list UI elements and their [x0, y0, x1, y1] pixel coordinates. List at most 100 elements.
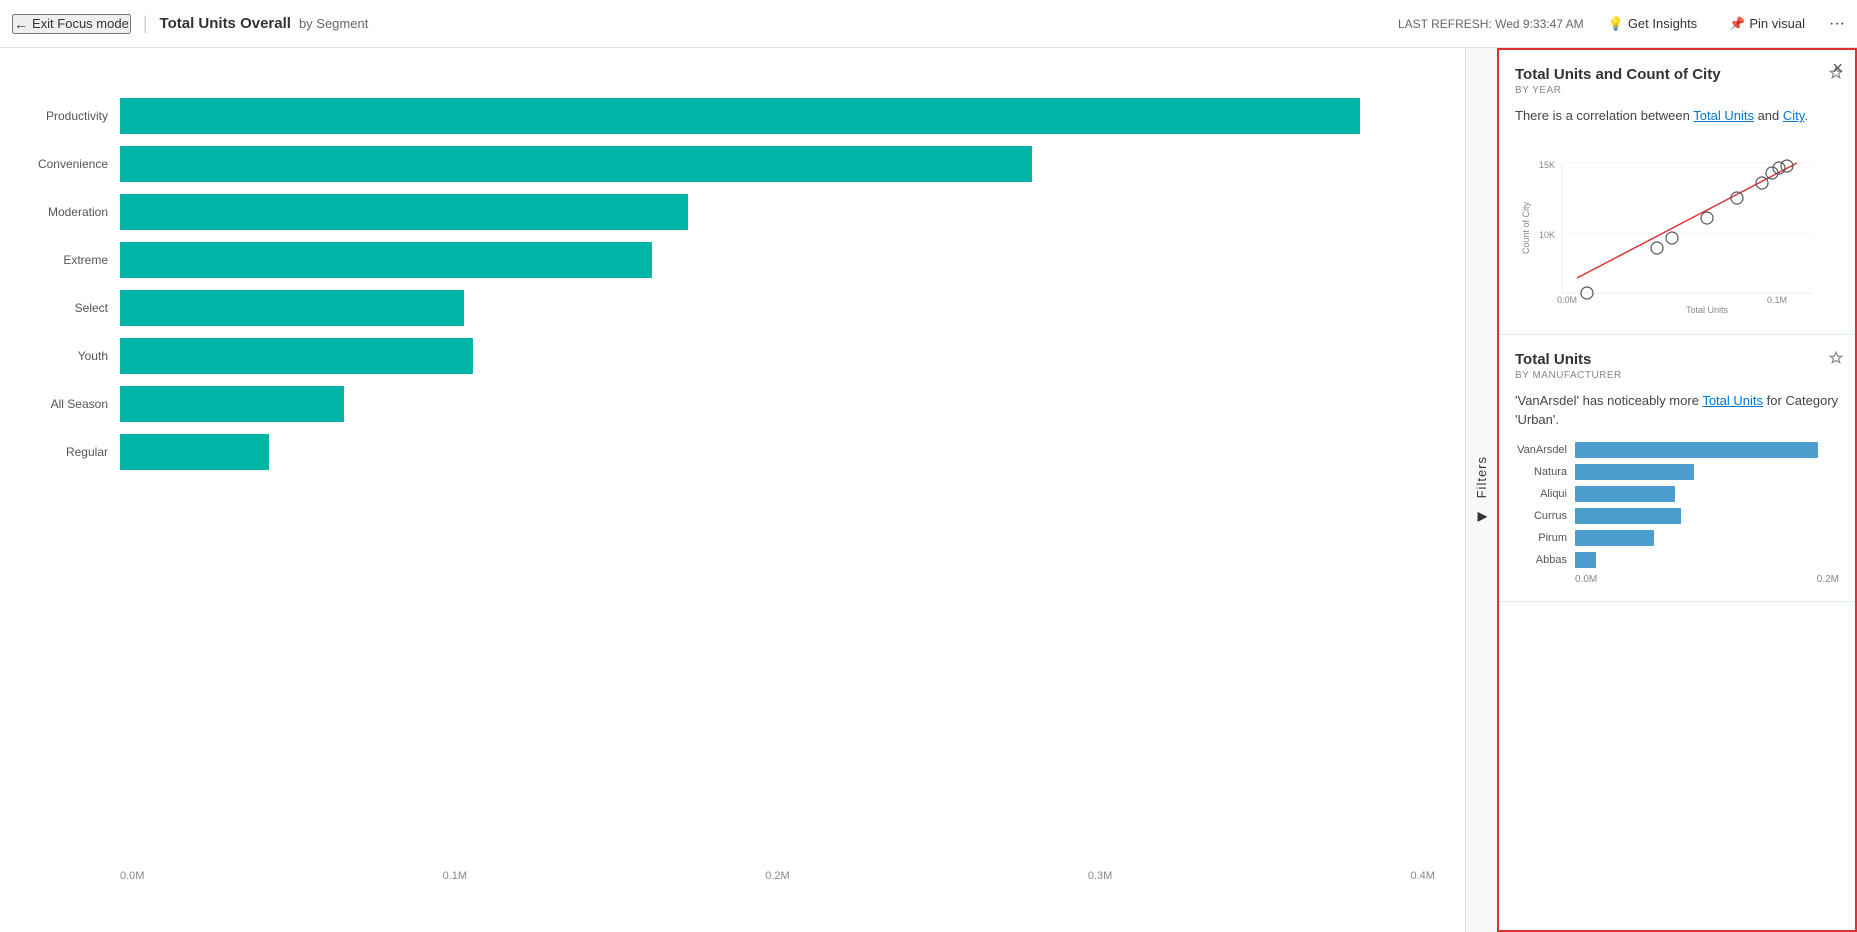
mini-bar-fill: [1575, 464, 1694, 480]
bar-fill: [120, 434, 269, 470]
mini-bar-container: [1575, 442, 1839, 458]
bar-label: Youth: [30, 349, 120, 363]
bar-container: [120, 242, 1435, 278]
more-options-button[interactable]: ···: [1829, 15, 1845, 33]
bar-fill: [120, 386, 344, 422]
card1-title: Total Units and Count of City: [1515, 66, 1815, 83]
bar-row: Youth: [30, 338, 1435, 374]
header-left: ← Exit Focus mode | Total Units Overall …: [12, 13, 1390, 34]
mini-bar-row: Currus: [1515, 508, 1839, 524]
mini-bar-fill: [1575, 486, 1675, 502]
insights-panel: × Total Units and Count of City BY YEAR …: [1497, 48, 1857, 932]
card1-subtitle: BY YEAR: [1515, 85, 1815, 96]
mini-bar-container: [1575, 464, 1839, 480]
bar-container: [120, 290, 1435, 326]
bar-row: All Season: [30, 386, 1435, 422]
svg-text:0.1M: 0.1M: [1767, 295, 1787, 305]
insight-card-1: Total Units and Count of City BY YEAR Th…: [1499, 50, 1855, 335]
mini-bar-row: Pirum: [1515, 530, 1839, 546]
svg-text:Count of City: Count of City: [1521, 201, 1531, 254]
card1-description: There is a correlation between Total Uni…: [1515, 106, 1839, 126]
mini-bar-fill: [1575, 508, 1681, 524]
filters-sidebar[interactable]: ◀ Filters: [1465, 48, 1497, 932]
insight-card-2: Total Units BY MANUFACTURER 'VanArsdel' …: [1499, 335, 1855, 602]
bar-chart-container: Productivity Convenience Moderation Extr…: [30, 68, 1435, 912]
x-tick: 0.0M: [120, 870, 144, 882]
bar-fill: [120, 146, 1032, 182]
mini-bar-row: Natura: [1515, 464, 1839, 480]
card1-highlight2: City: [1783, 108, 1804, 123]
mini-bar-row: Abbas: [1515, 552, 1839, 568]
card2-subtitle: BY MANUFACTURER: [1515, 370, 1815, 381]
card2-pin-button[interactable]: [1829, 351, 1843, 368]
bar-label: Extreme: [30, 253, 120, 267]
x-tick: 0.1M: [443, 870, 467, 882]
page-title: Total Units Overall: [160, 15, 291, 32]
x-tick: 0.4M: [1411, 870, 1435, 882]
mini-bar-row: Aliqui: [1515, 486, 1839, 502]
mini-bar-label: Natura: [1515, 466, 1575, 478]
mini-bar-fill: [1575, 530, 1654, 546]
mini-bar-label: Pirum: [1515, 532, 1575, 544]
bar-container: [120, 434, 1435, 470]
header-right: LAST REFRESH: Wed 9:33:47 AM 💡 Get Insig…: [1398, 12, 1845, 36]
bars-container: Productivity Convenience Moderation Extr…: [30, 98, 1435, 482]
bar-container: [120, 386, 1435, 422]
svg-text:10K: 10K: [1539, 230, 1555, 240]
bar-fill: [120, 242, 652, 278]
bar-container: [120, 338, 1435, 374]
bar-row: Extreme: [30, 242, 1435, 278]
scatter-chart: Count of City 15K 10K Total Units 0.0M 0…: [1515, 138, 1839, 318]
pin-icon: 📌: [1729, 16, 1745, 32]
pin-visual-button[interactable]: 📌 Pin visual: [1721, 12, 1813, 36]
bar-container: [120, 194, 1435, 230]
card1-highlight1: Total Units: [1693, 108, 1754, 123]
bar-label: Select: [30, 301, 120, 315]
mini-bar-label: Aliqui: [1515, 488, 1575, 500]
x-axis: 0.0M 0.1M 0.2M 0.3M 0.4M: [30, 870, 1435, 882]
bar-fill: [120, 98, 1360, 134]
get-insights-button[interactable]: 💡 Get Insights: [1600, 12, 1706, 36]
mini-bar-label: Currus: [1515, 510, 1575, 522]
x-tick: 0.3M: [1088, 870, 1112, 882]
filters-label: ◀ Filters: [1474, 456, 1489, 524]
bar-fill: [120, 194, 688, 230]
header: ← Exit Focus mode | Total Units Overall …: [0, 0, 1857, 48]
mini-bar-chart: VanArsdel Natura Aliqui Currus Pirum Abb…: [1515, 442, 1839, 568]
svg-text:0.0M: 0.0M: [1557, 295, 1577, 305]
mini-bar-container: [1575, 486, 1839, 502]
mini-x-tick: 0.2M: [1817, 574, 1839, 585]
scatter-svg: Count of City 15K 10K Total Units 0.0M 0…: [1515, 138, 1839, 318]
mini-x-axis: 0.0M 0.2M: [1515, 574, 1839, 585]
header-separator: |: [143, 13, 148, 34]
page-subtitle: by Segment: [299, 16, 368, 31]
mini-bar-label: Abbas: [1515, 554, 1575, 566]
x-tick: 0.2M: [765, 870, 789, 882]
card2-highlight: Total Units: [1702, 393, 1763, 408]
mini-bar-fill: [1575, 552, 1596, 568]
exit-focus-button[interactable]: ← Exit Focus mode: [12, 14, 131, 34]
bar-fill: [120, 338, 473, 374]
bar-label: Convenience: [30, 157, 120, 171]
exit-focus-label: Exit Focus mode: [32, 16, 129, 31]
mini-bar-container: [1575, 508, 1839, 524]
mini-bar-row: VanArsdel: [1515, 442, 1839, 458]
bar-row: Moderation: [30, 194, 1435, 230]
svg-text:Total Units: Total Units: [1686, 305, 1729, 315]
lightbulb-icon: 💡: [1608, 16, 1624, 32]
card2-description: 'VanArsdel' has noticeably more Total Un…: [1515, 391, 1839, 430]
chart-wrapper: Productivity Convenience Moderation Extr…: [30, 68, 1435, 912]
bar-fill: [120, 290, 464, 326]
main-content: Productivity Convenience Moderation Extr…: [0, 48, 1857, 932]
bar-row: Regular: [30, 434, 1435, 470]
filters-text-label: Filters: [1474, 456, 1489, 498]
bar-row: Select: [30, 290, 1435, 326]
bar-container: [120, 146, 1435, 182]
svg-text:15K: 15K: [1539, 160, 1555, 170]
mini-bar-label: VanArsdel: [1515, 444, 1575, 456]
close-panel-button[interactable]: ×: [1832, 58, 1843, 79]
bar-row: Convenience: [30, 146, 1435, 182]
mini-x-tick: 0.0M: [1575, 574, 1597, 585]
mini-bar-container: [1575, 552, 1839, 568]
bar-row: Productivity: [30, 98, 1435, 134]
